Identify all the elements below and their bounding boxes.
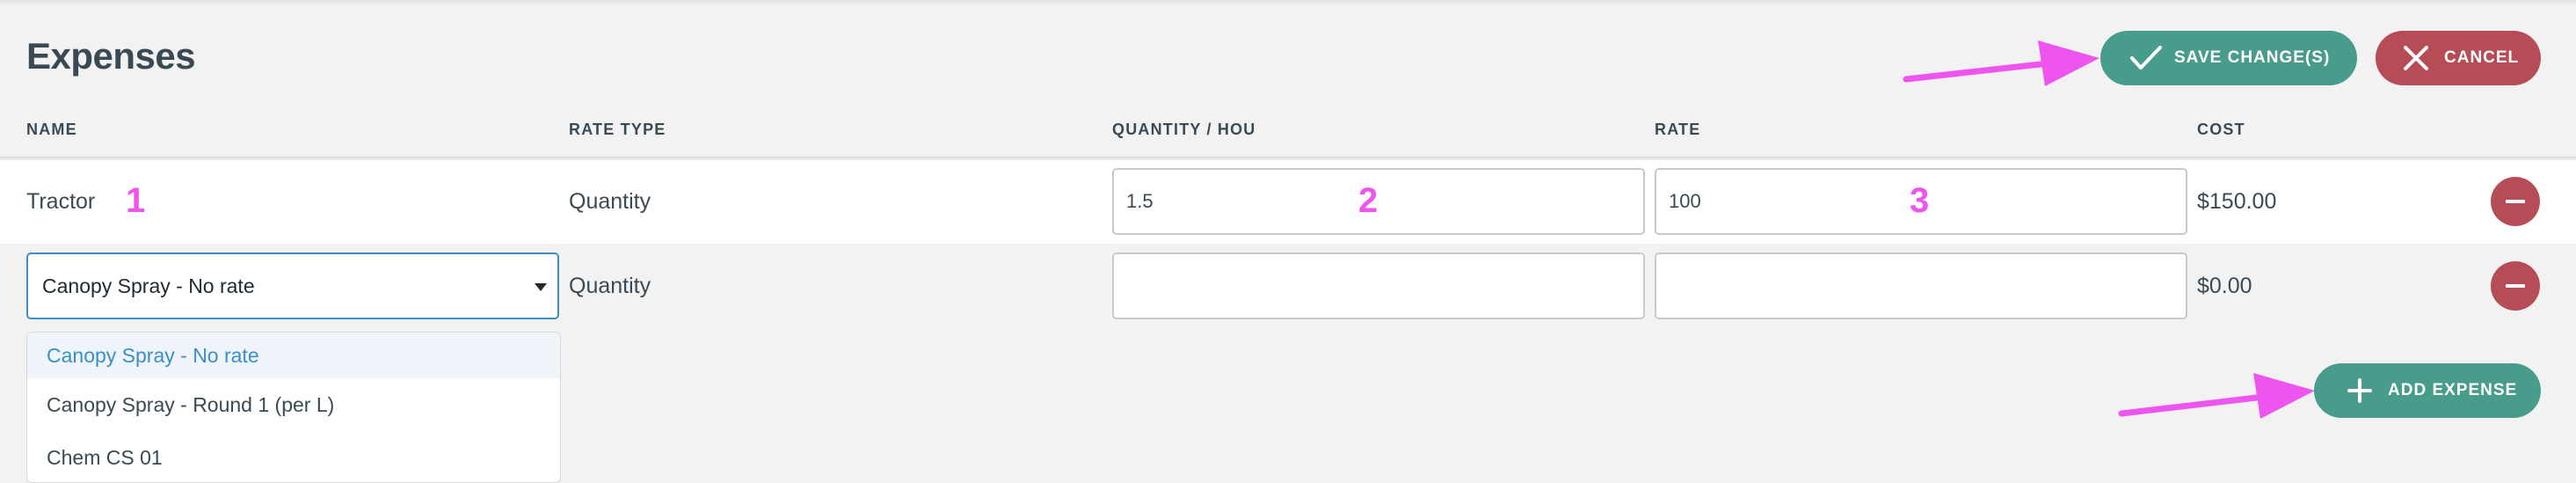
- expense-dropdown-menu: Canopy Spray - No rate Canopy Spray - Ro…: [26, 332, 561, 483]
- column-header-name: NAME: [26, 121, 77, 138]
- annotation-arrow: [2118, 373, 2315, 419]
- add-expense-label: ADD EXPENSE: [2388, 381, 2518, 399]
- minus-icon: [2506, 200, 2525, 203]
- expense-select-value: Canopy Spray - No rate: [42, 274, 255, 297]
- cancel-button-label: CANCEL: [2444, 48, 2520, 67]
- add-expense-button[interactable]: ADD EXPENSE: [2314, 363, 2541, 418]
- column-header-quantity: QUANTITY / HOU: [1112, 121, 1256, 138]
- annotation-arrow: [1903, 40, 2099, 86]
- plus-icon: [2339, 378, 2381, 403]
- save-button[interactable]: SAVE CHANGE(S): [2100, 31, 2357, 85]
- column-header-rate-type: RATE TYPE: [569, 121, 666, 138]
- column-header-rate: RATE: [1655, 121, 1701, 138]
- annotation-marker-2: 2: [1358, 181, 1379, 220]
- cost-value: $150.00: [2197, 189, 2277, 214]
- expense-select[interactable]: Canopy Spray - No rate: [26, 252, 559, 319]
- dropdown-option[interactable]: Canopy Spray - No rate: [27, 333, 560, 378]
- dropdown-option[interactable]: Canopy Spray - Round 1 (per L): [27, 382, 560, 428]
- annotation-marker-1: 1: [126, 181, 146, 220]
- minus-icon: [2506, 284, 2525, 288]
- dropdown-option[interactable]: Chem CS 01: [27, 435, 560, 480]
- quantity-input[interactable]: [1112, 252, 1645, 319]
- page-title: Expenses: [26, 35, 196, 77]
- expense-name: Tractor: [26, 189, 96, 214]
- cost-value: $0.00: [2197, 274, 2252, 298]
- check-icon: [2125, 45, 2167, 71]
- rate-type: Quantity: [569, 189, 651, 214]
- caret-down-icon: [535, 283, 547, 291]
- cancel-button[interactable]: CANCEL: [2376, 31, 2541, 85]
- close-icon: [2395, 45, 2437, 71]
- rate-input[interactable]: [1655, 252, 2187, 319]
- top-shadow: [0, 0, 2576, 5]
- annotation-marker-3: 3: [1910, 181, 1930, 220]
- quantity-input[interactable]: 1.5: [1112, 168, 1645, 235]
- rate-type: Quantity: [569, 274, 651, 298]
- remove-expense-button[interactable]: [2491, 177, 2540, 226]
- save-button-label: SAVE CHANGE(S): [2174, 48, 2331, 67]
- column-header-cost: COST: [2197, 121, 2245, 138]
- remove-expense-button[interactable]: [2491, 261, 2540, 311]
